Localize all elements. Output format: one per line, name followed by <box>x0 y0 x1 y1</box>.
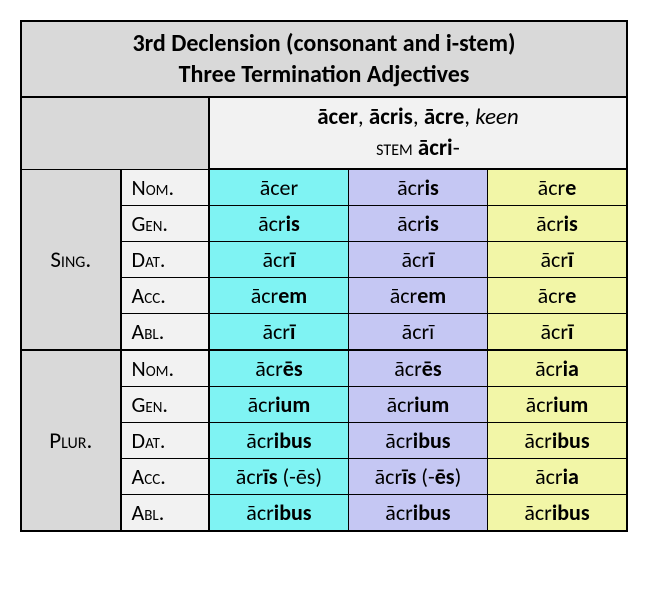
header-empty-cell <box>21 97 209 169</box>
number-singular: Sing. <box>21 169 121 350</box>
case-label: Acc. <box>121 278 209 314</box>
form-cell: ācris <box>348 169 487 206</box>
case-label: Dat. <box>121 423 209 459</box>
form-cell: ācrīs (-ēs) <box>348 459 487 495</box>
title-line1: 3rd Declension (consonant and i-stem) <box>133 29 516 58</box>
stem-value: ācri <box>418 134 453 162</box>
form-cell: ācris <box>487 206 627 242</box>
stem-suffix: - <box>453 134 460 162</box>
form-cell: ācrem <box>348 278 487 314</box>
case-label: Gen. <box>121 387 209 423</box>
form-cell: ācrī <box>348 242 487 278</box>
declension-table: 3rd Declension (consonant and i-stem) Th… <box>20 20 628 532</box>
form-cell: ācribus <box>348 495 487 532</box>
form-cell: ācrīs (-ēs) <box>209 459 349 495</box>
header-main: ācer, ācris, ācre, keen stem ācri- <box>209 97 627 169</box>
form-cell: ācrī <box>348 314 487 351</box>
form-cell: ācrēs <box>209 350 349 387</box>
stem-label: stem <box>376 134 413 162</box>
form-cell: ācrēs <box>348 350 487 387</box>
header-forms: ācer, ācris, ācre, keen <box>317 103 519 131</box>
number-plural: Plur. <box>21 350 121 531</box>
form-cell: ācrium <box>209 387 349 423</box>
title-line2: Three Termination Adjectives <box>179 60 470 89</box>
form-cell: ācris <box>348 206 487 242</box>
form-cell: ācribus <box>209 495 349 532</box>
form-cell: ācribus <box>348 423 487 459</box>
form-cell: ācrium <box>348 387 487 423</box>
case-label: Nom. <box>121 169 209 206</box>
form-cell: ācris <box>209 206 349 242</box>
case-label: Acc. <box>121 459 209 495</box>
form-cell: ācrium <box>487 387 627 423</box>
case-label: Nom. <box>121 350 209 387</box>
form-cell: ācer <box>209 169 349 206</box>
form-cell: ācre <box>487 278 627 314</box>
form-cell: ācrem <box>209 278 349 314</box>
form-cell: ācrī <box>209 314 349 351</box>
form-cell: ācrī <box>487 242 627 278</box>
case-label: Abl. <box>121 495 209 532</box>
case-label: Abl. <box>121 314 209 351</box>
form-cell: ācribus <box>487 423 627 459</box>
form-cell: ācre <box>487 169 627 206</box>
form-cell: ācribus <box>487 495 627 532</box>
form-cell: ācrī <box>487 314 627 351</box>
form-cell: ācria <box>487 350 627 387</box>
table-title: 3rd Declension (consonant and i-stem) Th… <box>21 21 627 97</box>
form-cell: ācribus <box>209 423 349 459</box>
form-cell: ācrī <box>209 242 349 278</box>
form-cell: ācria <box>487 459 627 495</box>
case-label: Gen. <box>121 206 209 242</box>
case-label: Dat. <box>121 242 209 278</box>
